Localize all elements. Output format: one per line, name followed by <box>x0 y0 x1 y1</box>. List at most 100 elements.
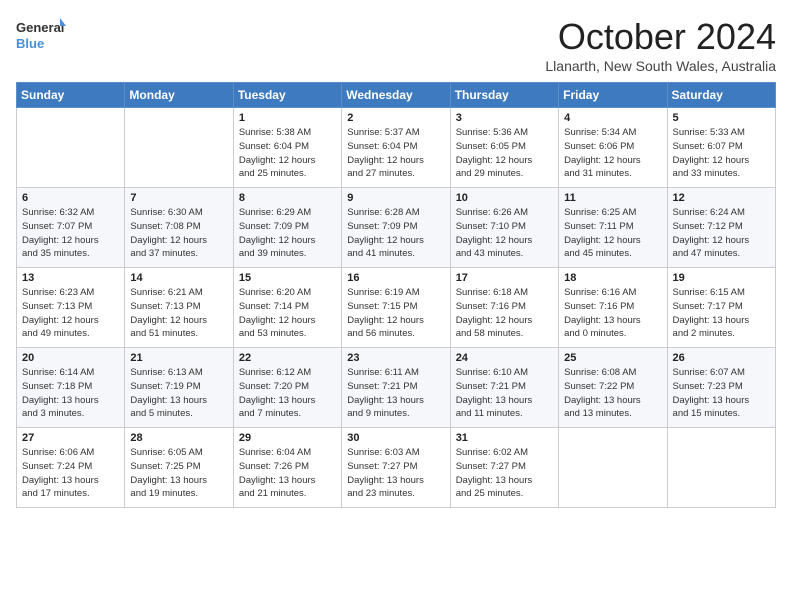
day-info-line: Sunset: 7:16 PM <box>456 300 553 314</box>
svg-text:Blue: Blue <box>16 36 44 51</box>
day-number: 20 <box>22 352 119 364</box>
day-number: 13 <box>22 272 119 284</box>
calendar-week-5: 27 Sunrise: 6:06 AMSunset: 7:24 PMDayligh… <box>17 428 776 508</box>
day-info: Sunrise: 6:24 AMSunset: 7:12 PMDaylight:… <box>673 206 770 261</box>
day-info-line: Sunset: 6:05 PM <box>456 140 553 154</box>
calendar-cell: 3 Sunrise: 5:36 AMSunset: 6:05 PMDaylight… <box>450 108 558 188</box>
day-info-line: Sunrise: 6:14 AM <box>22 366 119 380</box>
day-info-line: Sunset: 7:27 PM <box>347 460 444 474</box>
day-number: 31 <box>456 432 553 444</box>
day-number: 7 <box>130 192 227 204</box>
day-info-line: Daylight: 12 hours <box>347 314 444 328</box>
day-info-line: Sunrise: 6:15 AM <box>673 286 770 300</box>
weekday-header-sunday: Sunday <box>17 83 125 108</box>
day-number: 14 <box>130 272 227 284</box>
calendar-cell: 14Sunrise: 6:21 AMSunset: 7:13 PMDayligh… <box>125 268 233 348</box>
day-info: Sunrise: 6:20 AMSunset: 7:14 PMDaylight:… <box>239 286 336 341</box>
calendar-cell: 22 Sunrise: 6:12 AMSunset: 7:20 PMDayligh… <box>233 348 341 428</box>
day-number: 4 <box>564 112 661 124</box>
day-info: Sunrise: 6:28 AMSunset: 7:09 PMDaylight:… <box>347 206 444 261</box>
day-number: 3 <box>456 112 553 124</box>
day-info-line: Daylight: 13 hours <box>673 314 770 328</box>
day-info-line: Daylight: 12 hours <box>239 234 336 248</box>
calendar-cell: 8Sunrise: 6:29 AMSunset: 7:09 PMDaylight… <box>233 188 341 268</box>
day-number: 27 <box>22 432 119 444</box>
day-info-line: Daylight: 12 hours <box>130 314 227 328</box>
day-number: 25 <box>564 352 661 364</box>
day-info-line: Daylight: 12 hours <box>673 234 770 248</box>
day-number: 16 <box>347 272 444 284</box>
day-info-line: Daylight: 13 hours <box>347 394 444 408</box>
day-info-line: and 47 minutes. <box>673 247 770 261</box>
day-info-line: Sunrise: 5:37 AM <box>347 126 444 140</box>
day-info-line: and 39 minutes. <box>239 247 336 261</box>
calendar-cell: 26Sunrise: 6:07 AMSunset: 7:23 PMDayligh… <box>667 348 775 428</box>
day-info-line: and 33 minutes. <box>673 167 770 181</box>
day-info: Sunrise: 6:06 AMSunset: 7:24 PMDaylight:… <box>22 446 119 501</box>
day-info-line: Sunset: 7:19 PM <box>130 380 227 394</box>
day-info-line: Sunrise: 6:07 AM <box>673 366 770 380</box>
day-info: Sunrise: 5:38 AMSunset: 6:04 PMDaylight:… <box>239 126 336 181</box>
day-info-line: Sunset: 7:16 PM <box>564 300 661 314</box>
day-info-line: Sunset: 7:27 PM <box>456 460 553 474</box>
day-info-line: Sunset: 6:04 PM <box>239 140 336 154</box>
day-number: 17 <box>456 272 553 284</box>
day-info-line: Sunrise: 6:10 AM <box>456 366 553 380</box>
day-info-line: Sunrise: 6:18 AM <box>456 286 553 300</box>
day-info-line: and 37 minutes. <box>130 247 227 261</box>
day-number: 5 <box>673 112 770 124</box>
day-info: Sunrise: 6:14 AMSunset: 7:18 PMDaylight:… <box>22 366 119 421</box>
day-info-line: and 15 minutes. <box>673 407 770 421</box>
day-info: Sunrise: 6:05 AMSunset: 7:25 PMDaylight:… <box>130 446 227 501</box>
day-info-line: Sunset: 7:21 PM <box>347 380 444 394</box>
day-info: Sunrise: 5:36 AMSunset: 6:05 PMDaylight:… <box>456 126 553 181</box>
day-info-line: and 27 minutes. <box>347 167 444 181</box>
day-number: 28 <box>130 432 227 444</box>
day-info-line: and 29 minutes. <box>456 167 553 181</box>
day-info: Sunrise: 6:07 AMSunset: 7:23 PMDaylight:… <box>673 366 770 421</box>
day-info: Sunrise: 6:16 AMSunset: 7:16 PMDaylight:… <box>564 286 661 341</box>
day-info-line: and 56 minutes. <box>347 327 444 341</box>
calendar-cell: 24 Sunrise: 6:10 AMSunset: 7:21 PMDayligh… <box>450 348 558 428</box>
day-info: Sunrise: 6:02 AMSunset: 7:27 PMDaylight:… <box>456 446 553 501</box>
month-title: October 2024 <box>545 16 776 58</box>
day-info-line: and 43 minutes. <box>456 247 553 261</box>
day-info-line: Sunset: 7:18 PM <box>22 380 119 394</box>
day-info-line: Sunrise: 5:38 AM <box>239 126 336 140</box>
day-info-line: Sunrise: 6:05 AM <box>130 446 227 460</box>
day-info-line: Sunrise: 6:26 AM <box>456 206 553 220</box>
day-info-line: Sunset: 7:23 PM <box>673 380 770 394</box>
calendar-cell: 1 Sunrise: 5:38 AMSunset: 6:04 PMDaylight… <box>233 108 341 188</box>
calendar-cell: 23Sunrise: 6:11 AMSunset: 7:21 PMDayligh… <box>342 348 450 428</box>
day-info-line: and 49 minutes. <box>22 327 119 341</box>
day-info-line: Daylight: 12 hours <box>456 234 553 248</box>
day-info-line: and 13 minutes. <box>564 407 661 421</box>
day-info: Sunrise: 6:26 AMSunset: 7:10 PMDaylight:… <box>456 206 553 261</box>
day-info: Sunrise: 6:04 AMSunset: 7:26 PMDaylight:… <box>239 446 336 501</box>
day-info: Sunrise: 6:19 AMSunset: 7:15 PMDaylight:… <box>347 286 444 341</box>
calendar-cell: 4Sunrise: 5:34 AMSunset: 6:06 PMDaylight… <box>559 108 667 188</box>
day-number: 18 <box>564 272 661 284</box>
day-info-line: and 53 minutes. <box>239 327 336 341</box>
calendar-cell: 21Sunrise: 6:13 AMSunset: 7:19 PMDayligh… <box>125 348 233 428</box>
calendar-cell: 9Sunrise: 6:28 AMSunset: 7:09 PMDaylight… <box>342 188 450 268</box>
calendar-cell: 30Sunrise: 6:03 AMSunset: 7:27 PMDayligh… <box>342 428 450 508</box>
day-info-line: and 9 minutes. <box>347 407 444 421</box>
day-number: 1 <box>239 112 336 124</box>
day-info-line: Sunset: 7:12 PM <box>673 220 770 234</box>
day-info: Sunrise: 6:29 AMSunset: 7:09 PMDaylight:… <box>239 206 336 261</box>
day-info-line: Sunrise: 6:16 AM <box>564 286 661 300</box>
day-info: Sunrise: 6:10 AMSunset: 7:21 PMDaylight:… <box>456 366 553 421</box>
day-info-line: Sunrise: 6:11 AM <box>347 366 444 380</box>
day-info: Sunrise: 6:12 AMSunset: 7:20 PMDaylight:… <box>239 366 336 421</box>
day-info-line: Sunrise: 6:04 AM <box>239 446 336 460</box>
day-info-line: and 35 minutes. <box>22 247 119 261</box>
day-info-line: Sunset: 7:10 PM <box>456 220 553 234</box>
day-number: 24 <box>456 352 553 364</box>
calendar-cell: 16 Sunrise: 6:19 AMSunset: 7:15 PMDayligh… <box>342 268 450 348</box>
calendar-cell: 13Sunrise: 6:23 AMSunset: 7:13 PMDayligh… <box>17 268 125 348</box>
calendar-cell <box>667 428 775 508</box>
day-info-line: Daylight: 13 hours <box>456 394 553 408</box>
calendar-cell <box>125 108 233 188</box>
day-number: 22 <box>239 352 336 364</box>
